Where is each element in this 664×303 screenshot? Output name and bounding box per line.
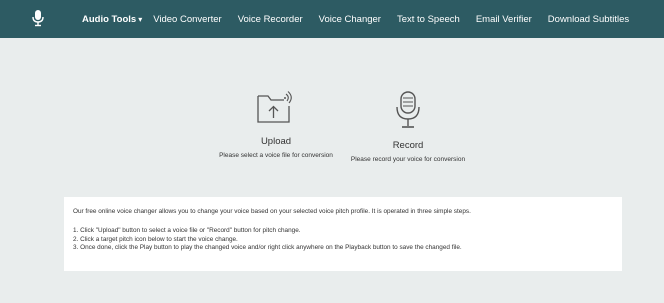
- record-button[interactable]: Record Please record your voice for conv…: [340, 90, 476, 163]
- nav-download-subtitles[interactable]: Download Subtitles: [548, 14, 629, 25]
- instruction-step-3: 3. Once done, click the Play button to p…: [73, 243, 462, 251]
- instructions-intro: Our free online voice changer allows you…: [73, 208, 471, 215]
- nav-video-converter[interactable]: Video Converter: [153, 14, 221, 25]
- nav-text-to-speech[interactable]: Text to Speech: [397, 14, 460, 25]
- instruction-step-2: 2. Click a target pitch icon below to st…: [73, 235, 238, 243]
- nav-voice-changer[interactable]: Voice Changer: [319, 14, 381, 25]
- nav-audio-tools[interactable]: Audio Tools ▾: [82, 14, 142, 25]
- upload-subtitle: Please select a voice file for conversio…: [219, 152, 333, 159]
- record-subtitle: Please record your voice for conversion: [350, 156, 466, 163]
- microphone-icon[interactable]: [30, 9, 46, 27]
- nav-menu: Audio Tools ▾ Video Converter Voice Reco…: [82, 0, 645, 38]
- instructions-panel: Our free online voice changer allows you…: [64, 197, 622, 271]
- microphone-icon: [396, 91, 420, 128]
- nav-email-verifier[interactable]: Email Verifier: [476, 14, 532, 25]
- record-title: Record: [392, 140, 424, 151]
- instruction-step-1: 1. Click "Upload" button to select a voi…: [73, 227, 301, 235]
- caret-down-icon: ▾: [138, 14, 143, 24]
- upload-title: Upload: [260, 136, 292, 147]
- nav-audio-tools-label: Audio Tools: [82, 13, 137, 25]
- nav-voice-recorder[interactable]: Voice Recorder: [238, 14, 303, 25]
- upload-folder-icon: [257, 91, 292, 123]
- top-navbar: Audio Tools ▾ Video Converter Voice Reco…: [0, 0, 664, 38]
- upload-button[interactable]: Upload Please select a voice file for co…: [208, 90, 344, 159]
